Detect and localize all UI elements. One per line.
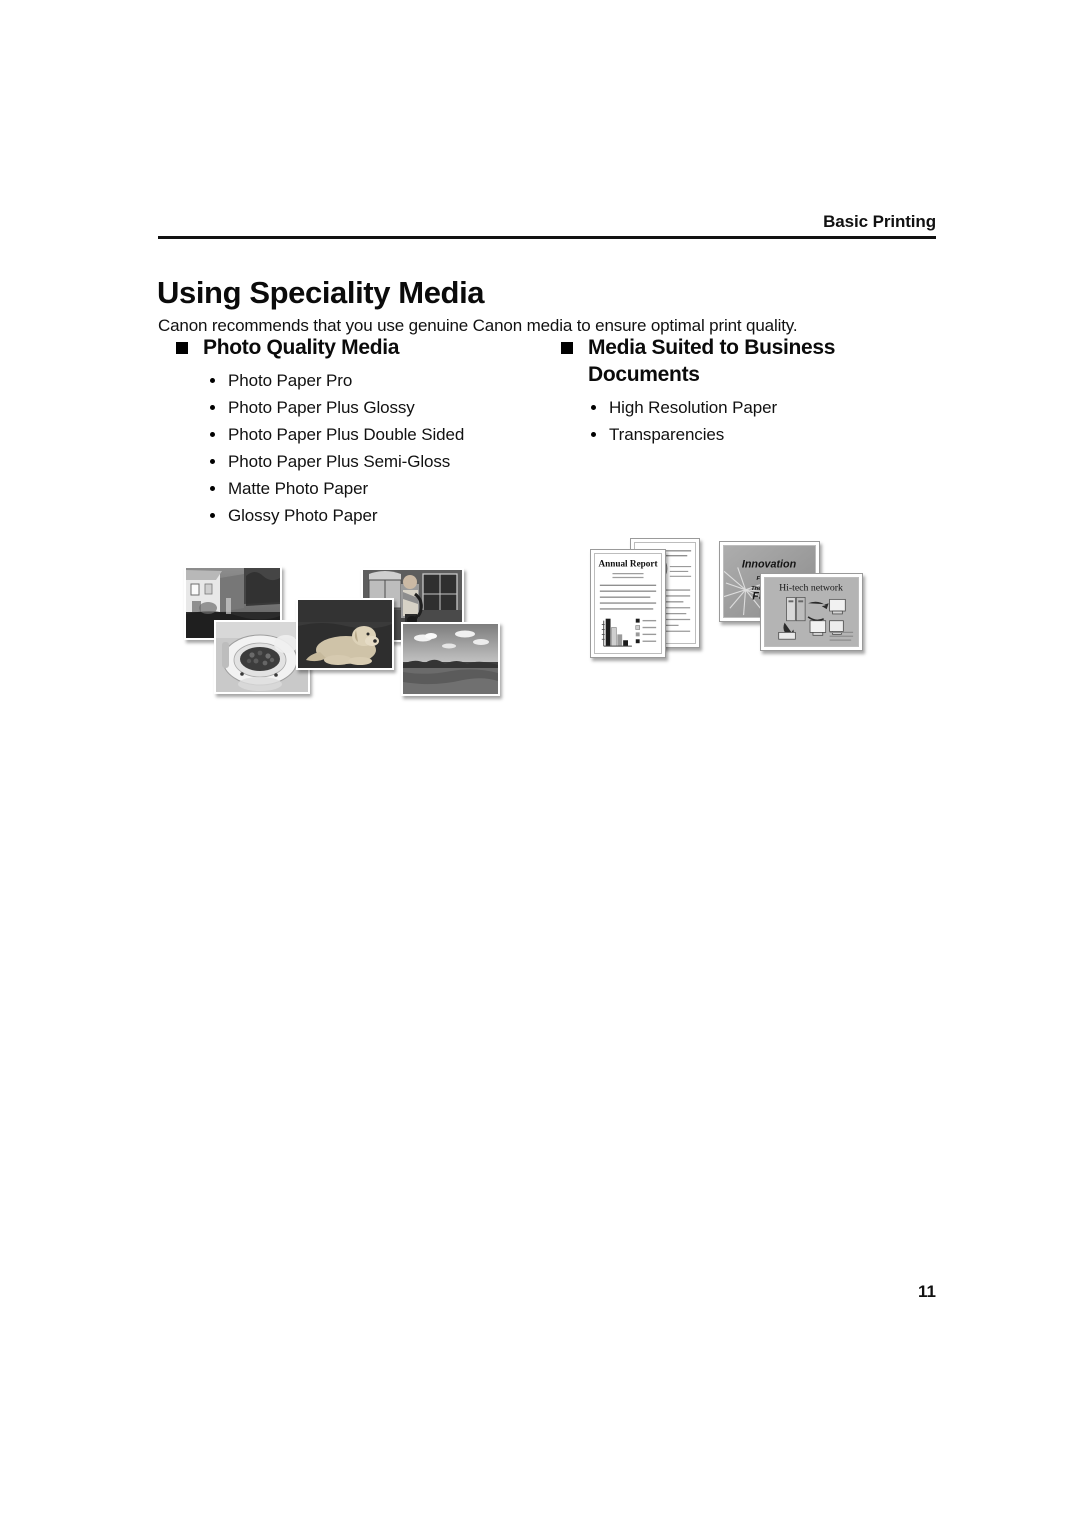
bullet-dot-icon xyxy=(210,405,215,410)
page-number: 11 xyxy=(918,1282,936,1301)
photo-collage-illustration xyxy=(180,558,510,708)
running-header: Basic Printing xyxy=(823,212,936,231)
list-item: Photo Paper Plus Glossy xyxy=(176,394,546,421)
section-heading-label: Media Suited to Business Documents xyxy=(588,336,836,386)
list-item-label: Glossy Photo Paper xyxy=(228,506,378,525)
annual-report-page: Annual Report xyxy=(590,549,666,658)
bullet-dot-icon xyxy=(210,378,215,383)
list-item-label: High Resolution Paper xyxy=(609,398,777,417)
section-heading-business-documents: Media Suited to Business Documents xyxy=(561,334,941,388)
square-bullet-icon xyxy=(561,342,573,354)
business-documents-media-list: High Resolution Paper Transparencies xyxy=(561,394,941,448)
square-bullet-icon xyxy=(176,342,188,354)
svg-text:Annual Report: Annual Report xyxy=(598,560,658,570)
dog-photo xyxy=(296,598,394,670)
list-item-label: Photo Paper Pro xyxy=(228,371,353,390)
photo-quality-media-list: Photo Paper Pro Photo Paper Plus Glossy … xyxy=(176,367,546,529)
bullet-dot-icon xyxy=(210,432,215,437)
bullet-dot-icon xyxy=(210,513,215,518)
list-item-label: Photo Paper Plus Glossy xyxy=(228,398,415,417)
bullet-dot-icon xyxy=(591,432,596,437)
svg-text:Innovation: Innovation xyxy=(742,558,797,570)
list-item: Photo Paper Plus Double Sided xyxy=(176,421,546,448)
bullet-dot-icon xyxy=(210,459,215,464)
page-title: Using Speciality Media xyxy=(157,274,485,310)
list-item: Glossy Photo Paper xyxy=(176,502,546,529)
bullet-dot-icon xyxy=(210,486,215,491)
list-item-label: Transparencies xyxy=(609,425,725,444)
section-business-documents: Media Suited to Business Documents High … xyxy=(561,334,941,448)
section-photo-quality-media: Photo Quality Media Photo Paper Pro Phot… xyxy=(176,334,546,529)
business-documents-illustration: Annual Report Innovation The Hi-tech net… xyxy=(585,534,870,659)
svg-text:Hi-tech network: Hi-tech network xyxy=(779,583,843,594)
bullet-dot-icon xyxy=(591,405,596,410)
list-item: High Resolution Paper xyxy=(561,394,941,421)
header-rule xyxy=(158,236,936,239)
section-heading-label: Photo Quality Media xyxy=(203,336,400,359)
landscape-field-photo xyxy=(401,622,500,696)
list-item: Photo Paper Plus Semi-Gloss xyxy=(176,448,546,475)
list-item-label: Photo Paper Plus Double Sided xyxy=(228,425,465,444)
hi-tech-network-slide: Hi-tech network xyxy=(760,573,863,651)
list-item: Transparencies xyxy=(561,421,941,448)
list-item: Matte Photo Paper xyxy=(176,475,546,502)
section-heading-photo-quality: Photo Quality Media xyxy=(176,334,546,361)
list-item-label: Matte Photo Paper xyxy=(228,479,369,498)
document-page: Basic Printing Using Speciality Media Ca… xyxy=(0,0,1080,1528)
list-item: Photo Paper Pro xyxy=(176,367,546,394)
list-item-label: Photo Paper Plus Semi-Gloss xyxy=(228,452,451,471)
